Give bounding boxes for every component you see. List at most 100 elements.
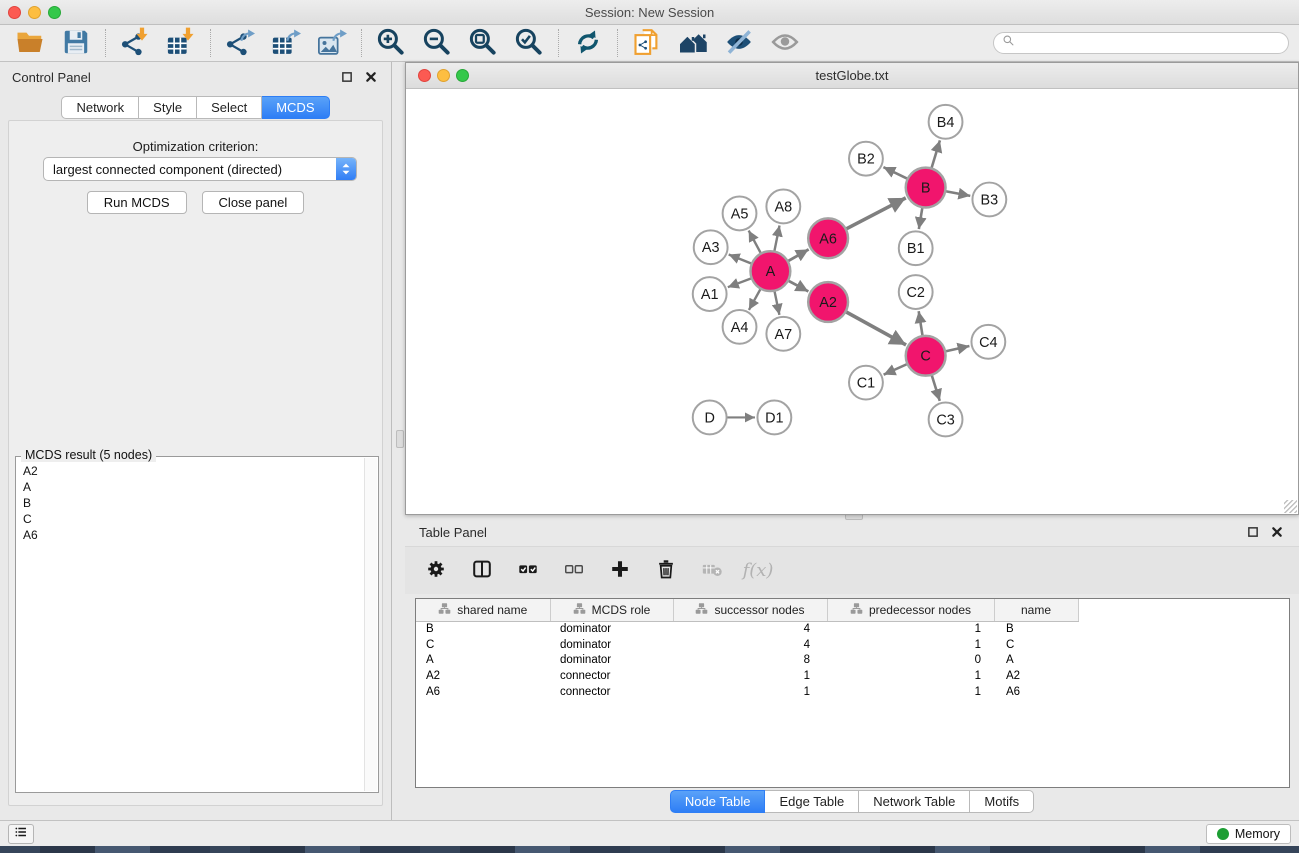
network-minimize-button[interactable] bbox=[437, 69, 450, 82]
table-cell[interactable]: 1 bbox=[827, 637, 994, 653]
table-cell[interactable]: 1 bbox=[827, 621, 994, 637]
mcds-result-item[interactable]: A6 bbox=[18, 527, 363, 543]
graph-node-B[interactable]: B bbox=[906, 168, 946, 208]
table-cell[interactable]: C bbox=[416, 637, 550, 653]
export-table-button[interactable] bbox=[266, 27, 306, 59]
zoom-out-button[interactable] bbox=[417, 27, 457, 59]
graph-node-A8[interactable]: A8 bbox=[766, 190, 800, 224]
table-cell[interactable]: B bbox=[416, 621, 550, 637]
mcds-result-item[interactable]: A2 bbox=[18, 463, 363, 479]
export-image-button[interactable] bbox=[312, 27, 352, 59]
graph-node-C3[interactable]: C3 bbox=[929, 403, 963, 437]
column-header-successor-nodes[interactable]: successor nodes bbox=[673, 599, 827, 621]
zoom-in-button[interactable] bbox=[371, 27, 411, 59]
clear-all-checks-button[interactable] bbox=[559, 556, 589, 586]
graph-node-A4[interactable]: A4 bbox=[723, 310, 757, 344]
close-panel-icon[interactable] bbox=[363, 69, 379, 85]
close-panel-button[interactable]: Close panel bbox=[202, 191, 305, 214]
window-resize-grip[interactable] bbox=[1284, 500, 1297, 513]
graph-node-B1[interactable]: B1 bbox=[899, 231, 933, 265]
graph-node-C4[interactable]: C4 bbox=[971, 325, 1005, 359]
tab-select[interactable]: Select bbox=[197, 96, 262, 119]
graph-node-A5[interactable]: A5 bbox=[723, 196, 757, 230]
close-window-button[interactable] bbox=[8, 6, 21, 19]
network-from-selection-button[interactable] bbox=[627, 27, 667, 59]
table-cell[interactable]: A bbox=[416, 653, 550, 669]
graph-node-C2[interactable]: C2 bbox=[899, 275, 933, 309]
optimization-criterion-select[interactable]: largest connected component (directed) bbox=[43, 157, 357, 181]
column-header-predecessor-nodes[interactable]: predecessor nodes bbox=[827, 599, 994, 621]
first-neighbors-button[interactable] bbox=[673, 27, 713, 59]
table-cell[interactable]: dominator bbox=[550, 637, 673, 653]
tab-node-table[interactable]: Node Table bbox=[670, 790, 766, 813]
table-cell[interactable]: dominator bbox=[550, 653, 673, 669]
table-cell[interactable]: A2 bbox=[416, 668, 550, 684]
import-network-button[interactable] bbox=[115, 27, 155, 59]
table-cell[interactable]: A bbox=[994, 653, 1078, 669]
show-all-button[interactable] bbox=[765, 27, 805, 59]
import-table-button[interactable] bbox=[161, 27, 201, 59]
close-table-panel-icon[interactable] bbox=[1269, 524, 1285, 540]
table-cell[interactable]: B bbox=[994, 621, 1078, 637]
zoom-window-button[interactable] bbox=[48, 6, 61, 19]
refresh-view-button[interactable] bbox=[568, 27, 608, 59]
search-input[interactable] bbox=[1020, 36, 1280, 50]
table-row[interactable]: Bdominator41B bbox=[416, 621, 1078, 637]
network-window-titlebar[interactable]: testGlobe.txt bbox=[406, 63, 1298, 89]
graph-node-A2[interactable]: A2 bbox=[808, 282, 848, 322]
mcds-result-item[interactable]: C bbox=[18, 511, 363, 527]
open-session-button[interactable] bbox=[10, 27, 50, 59]
table-cell[interactable]: 0 bbox=[827, 653, 994, 669]
tab-style[interactable]: Style bbox=[139, 96, 197, 119]
delete-row-trash-button[interactable] bbox=[651, 556, 681, 586]
graph-node-D1[interactable]: D1 bbox=[757, 401, 791, 435]
table-row[interactable]: A6connector11A6 bbox=[416, 684, 1078, 700]
select-all-checks-button[interactable] bbox=[513, 556, 543, 586]
column-header-shared-name[interactable]: shared name bbox=[416, 599, 550, 621]
table-cell[interactable]: A6 bbox=[416, 684, 550, 700]
network-canvas[interactable]: B4B2BB3A5A8A6B1A3AA1C2A2A4A7CC4C1C3DD1 bbox=[407, 90, 1297, 513]
graph-node-D[interactable]: D bbox=[693, 401, 727, 435]
table-cell[interactable]: A2 bbox=[994, 668, 1078, 684]
graph-node-A7[interactable]: A7 bbox=[766, 317, 800, 351]
zoom-selected-button[interactable] bbox=[509, 27, 549, 59]
table-cell[interactable]: connector bbox=[550, 684, 673, 700]
graph-node-A1[interactable]: A1 bbox=[693, 277, 727, 311]
save-session-button[interactable] bbox=[56, 27, 96, 59]
float-panel-icon[interactable] bbox=[339, 69, 355, 85]
task-history-button[interactable] bbox=[8, 824, 34, 844]
mcds-result-item[interactable]: A bbox=[18, 479, 363, 495]
table-cell[interactable]: 4 bbox=[673, 621, 827, 637]
tab-network[interactable]: Network bbox=[61, 96, 139, 119]
graph-node-A3[interactable]: A3 bbox=[694, 230, 728, 264]
result-list-scrollbar[interactable] bbox=[364, 458, 377, 791]
graph-node-A6[interactable]: A6 bbox=[808, 218, 848, 258]
search-field[interactable] bbox=[993, 32, 1289, 54]
network-zoom-button[interactable] bbox=[456, 69, 469, 82]
table-settings-gear-button[interactable] bbox=[421, 556, 451, 586]
graph-node-B2[interactable]: B2 bbox=[849, 142, 883, 176]
column-header-mcds-role[interactable]: MCDS role bbox=[550, 599, 673, 621]
table-cell[interactable]: C bbox=[994, 637, 1078, 653]
table-cell[interactable]: 1 bbox=[827, 668, 994, 684]
table-cell[interactable]: dominator bbox=[550, 621, 673, 637]
table-cell[interactable]: 1 bbox=[673, 668, 827, 684]
table-cell[interactable]: 8 bbox=[673, 653, 827, 669]
tab-motifs[interactable]: Motifs bbox=[970, 790, 1034, 813]
table-row[interactable]: Cdominator41C bbox=[416, 637, 1078, 653]
minimize-window-button[interactable] bbox=[28, 6, 41, 19]
tab-mcds[interactable]: MCDS bbox=[262, 96, 329, 119]
table-cell[interactable]: A6 bbox=[994, 684, 1078, 700]
float-table-panel-icon[interactable] bbox=[1245, 524, 1261, 540]
table-row[interactable]: A2connector11A2 bbox=[416, 668, 1078, 684]
column-header-name[interactable]: name bbox=[994, 599, 1078, 621]
run-mcds-button[interactable]: Run MCDS bbox=[87, 191, 187, 214]
columns-view-button[interactable] bbox=[467, 556, 497, 586]
mcds-result-item[interactable]: B bbox=[18, 495, 363, 511]
table-cell[interactable]: 1 bbox=[673, 684, 827, 700]
zoom-fit-button[interactable] bbox=[463, 27, 503, 59]
graph-node-C1[interactable]: C1 bbox=[849, 366, 883, 400]
add-row-button[interactable] bbox=[605, 556, 635, 586]
network-close-button[interactable] bbox=[418, 69, 431, 82]
table-cell[interactable]: 1 bbox=[827, 684, 994, 700]
